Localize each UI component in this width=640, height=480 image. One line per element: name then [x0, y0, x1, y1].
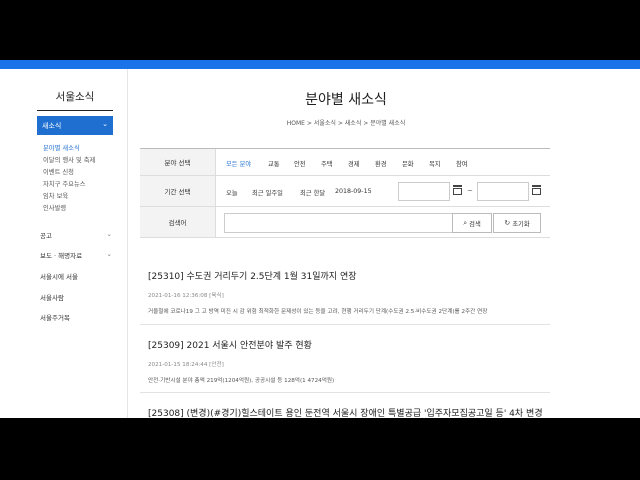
breadcrumb-item[interactable]: 서울소식: [314, 120, 336, 127]
category-traffic[interactable]: 교통: [268, 159, 280, 168]
category-economy[interactable]: 경제: [348, 159, 360, 168]
top-accent-bar: [0, 60, 640, 69]
period-date: 2018-09-15: [335, 188, 372, 195]
sidebar-sub-item[interactable]: 자치구 주요뉴스: [37, 179, 119, 188]
news-date: 2021-01-15 18:24:44 [안전]: [148, 362, 224, 368]
search-icon: ⌕: [463, 218, 468, 227]
sidebar-sub-item[interactable]: 임차 보육: [37, 191, 119, 200]
sidebar-item-label: 공고: [40, 232, 52, 240]
sidebar-item-housing[interactable]: 서울주거복: [37, 312, 116, 322]
chevron-down-icon: ⌄: [106, 230, 112, 238]
category-participation[interactable]: 참여: [456, 159, 468, 168]
search-button-label: 검색: [469, 220, 481, 228]
category-row: 분야 선택 모든 분야 교통 안전 주택 경제 환경 문화 복지 참여: [140, 149, 550, 176]
news-title[interactable]: [25309] 2021 서울시 안전분야 발주 현황: [148, 338, 550, 351]
breadcrumb-current: 분야별 새소식: [370, 120, 406, 127]
period-row: 기간 선택 오늘 최근 일주일 최근 한달 2018-09-15 ~: [140, 176, 550, 207]
category-environment[interactable]: 환경: [375, 159, 387, 168]
period-month[interactable]: 최근 한달: [300, 188, 325, 197]
main-content: 분야별 새소식 HOME > 서울소식 > 새소식 > 분야별 새소식 분야 선…: [127, 69, 640, 418]
category-culture[interactable]: 문화: [402, 159, 414, 168]
sidebar-item-notice[interactable]: 공고 ⌄: [37, 230, 116, 240]
news-title[interactable]: [25310] 수도권 거리두기 2.5단계 1월 31일까지 연장: [148, 269, 550, 282]
divider: [140, 392, 550, 393]
news-summary: 안전·기반시설 분야 총액 219억(1204억원), 공공시설 등 128억(…: [148, 378, 335, 384]
search-input[interactable]: [224, 213, 460, 233]
page: 서울소식 새소식 ⌄ 분야별 새소식 이달의 행사 및 축제 이벤트 신청 자치…: [0, 69, 640, 418]
divider: [140, 324, 550, 325]
start-date-input[interactable]: [398, 182, 450, 201]
date-separator: ~: [467, 187, 473, 195]
calendar-icon[interactable]: [532, 185, 541, 195]
category-housing[interactable]: 주택: [321, 159, 333, 168]
sidebar: 서울소식 새소식 ⌄ 분야별 새소식 이달의 행사 및 축제 이벤트 신청 자치…: [0, 69, 128, 418]
sidebar-title: 서울소식: [37, 89, 113, 111]
breadcrumb: HOME > 서울소식 > 새소식 > 분야별 새소식: [127, 118, 565, 127]
reset-button[interactable]: ↻ 초기화: [493, 213, 541, 233]
sidebar-sub-item[interactable]: 인사발령: [37, 203, 119, 212]
breadcrumb-item[interactable]: 새소식: [345, 120, 362, 127]
period-week[interactable]: 최근 일주일: [252, 188, 283, 197]
sidebar-item-label: 새소식: [42, 122, 62, 130]
sidebar-item-press[interactable]: 보도 · 해명자료 ⌄: [37, 250, 116, 260]
end-date-input[interactable]: [477, 182, 529, 201]
list-item[interactable]: [25308] (변경)(#경기)힐스테이트 용인 둔전역 서울시 장애인 특별…: [148, 406, 550, 418]
sidebar-sub-item[interactable]: 이달의 행사 및 축제: [37, 155, 119, 164]
news-date: 2021-01-16 12:36:08 [육식]: [148, 293, 224, 299]
period-today[interactable]: 오늘: [226, 188, 238, 197]
search-button[interactable]: ⌕ 검색: [452, 213, 492, 233]
category-label: 분야 선택: [140, 149, 216, 175]
sidebar-item-people[interactable]: 서울사람: [37, 292, 116, 302]
refresh-icon: ↻: [504, 219, 511, 227]
breadcrumb-home[interactable]: HOME: [287, 120, 305, 127]
sidebar-sub-item[interactable]: 분야별 새소식: [37, 143, 119, 152]
category-all[interactable]: 모든 분야: [226, 159, 251, 168]
news-title[interactable]: [25308] (변경)(#경기)힐스테이트 용인 둔전역 서울시 장애인 특별…: [148, 406, 550, 418]
chevron-down-icon: ⌄: [102, 120, 108, 128]
list-item[interactable]: [25309] 2021 서울시 안전분야 발주 현황 2021-01-15 1…: [148, 338, 550, 384]
news-summary: 거울철에 코로나19 그 고 방역 미진 시 감 위험 최적화한 문제성이 있는…: [148, 309, 488, 315]
sidebar-sub-item[interactable]: 이벤트 신청: [37, 167, 119, 176]
sidebar-item-label: 보도 · 해명자료: [40, 252, 83, 260]
page-title: 분야별 새소식: [305, 92, 387, 108]
keyword-row: 검색어 ⌕ 검색 ↻ 초기화: [140, 207, 550, 238]
list-item[interactable]: [25310] 수도권 거리두기 2.5단계 1월 31일까지 연장 2021-…: [148, 269, 550, 315]
calendar-icon[interactable]: [453, 185, 462, 195]
sidebar-item-seoul[interactable]: 서울시에 서울: [37, 271, 116, 281]
search-filter: 분야 선택 모든 분야 교통 안전 주택 경제 환경 문화 복지 참여 기간 선…: [140, 148, 550, 238]
sidebar-item-news[interactable]: 새소식 ⌄: [37, 116, 113, 135]
period-label: 기간 선택: [140, 176, 216, 206]
chevron-down-icon: ⌄: [106, 250, 112, 258]
category-safety[interactable]: 안전: [294, 159, 306, 168]
breadcrumb-separator: >: [306, 120, 314, 127]
category-welfare[interactable]: 복지: [429, 159, 441, 168]
keyword-label: 검색어: [140, 207, 216, 237]
reset-button-label: 초기화: [512, 220, 530, 228]
breadcrumb-separator: >: [337, 120, 345, 127]
